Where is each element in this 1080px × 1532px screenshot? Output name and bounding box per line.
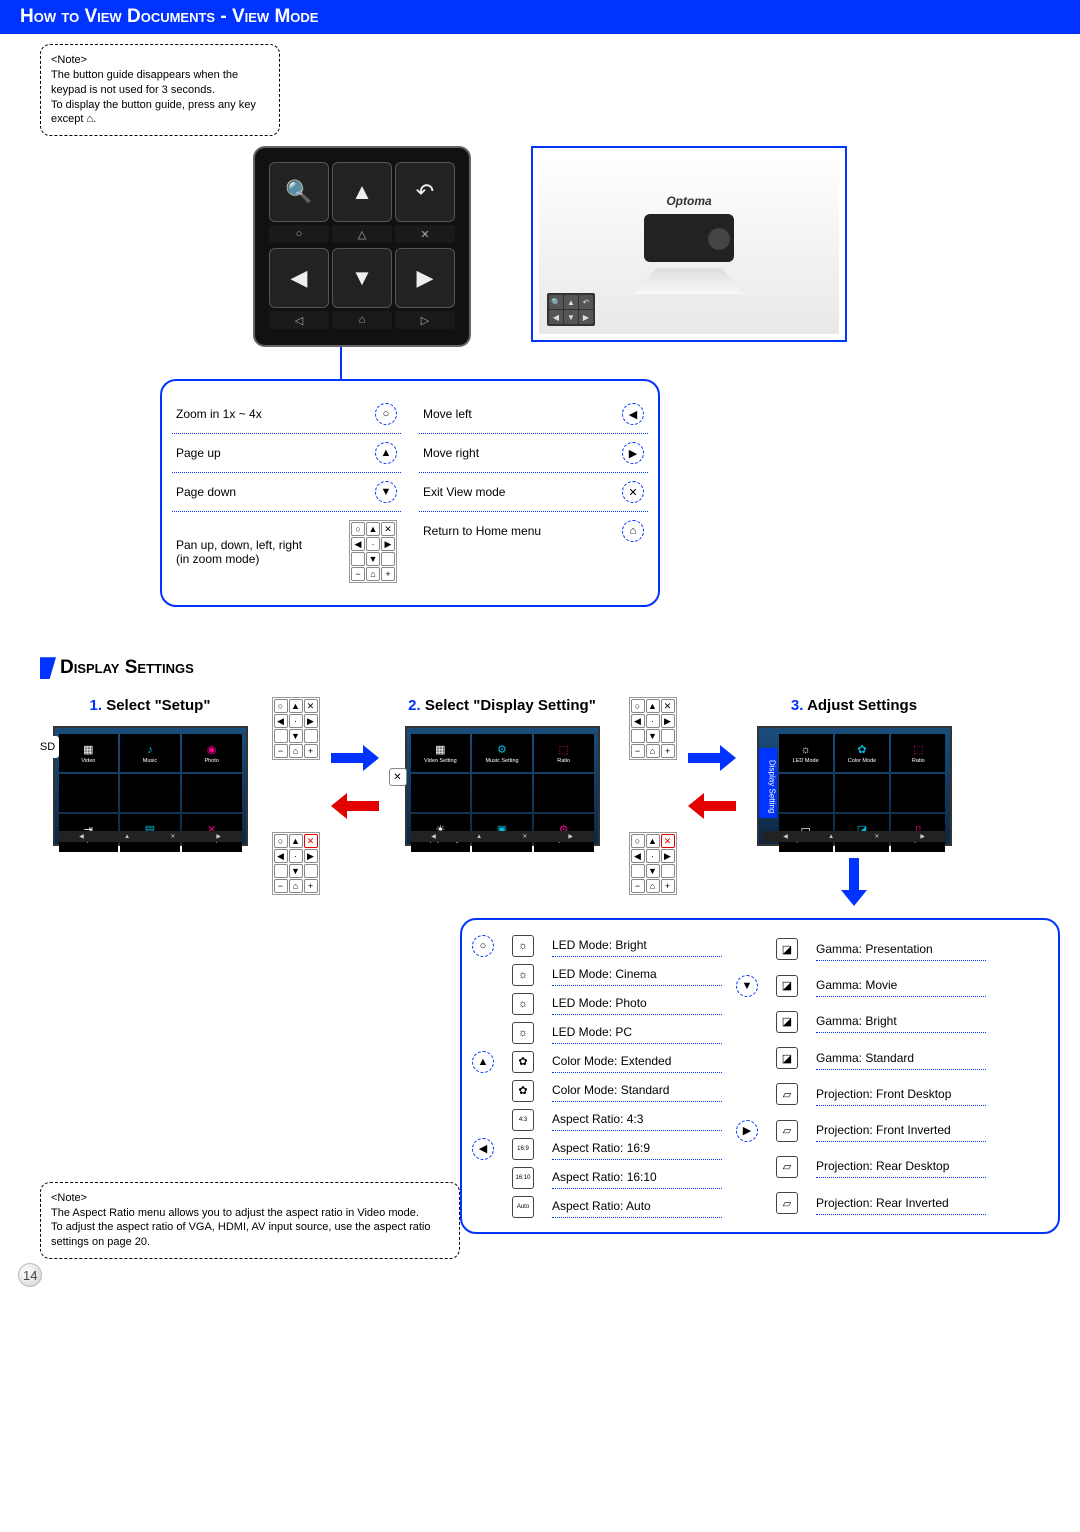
note-box-2: <Note> The Aspect Ratio menu allows you …: [40, 1182, 460, 1259]
projector-preview-frame: Optoma 🔍▲↶ ◀▼▶: [531, 146, 847, 342]
arrow-forward-1: [331, 749, 379, 767]
circle-icon: ○: [269, 225, 329, 243]
menu-display-setting-thumb: Display Setting ☼LED Mode✿Color Mode⬚Rat…: [757, 726, 952, 846]
button-table-right-col: Move left◀Move right▶Exit View mode✕Retu…: [419, 395, 648, 591]
arrow-back-1: [331, 797, 379, 815]
home-tri-icon: ⌂: [332, 311, 392, 329]
note-text-1: The button guide disappears when the key…: [51, 68, 269, 98]
keypad-mini-1b: ○▲✕◀·▶▼−⌂+: [272, 832, 320, 895]
note-text-2: To display the button guide, press any k…: [51, 99, 256, 126]
step-2-title: 2. Select "Display Setting": [408, 697, 596, 714]
note2-label: <Note>: [51, 1191, 449, 1206]
down-arrow-icon: ▼: [332, 248, 392, 308]
keypad-large: 🔍 ▲ ↶ ○ △ ✕ ◀ ▼ ▶ ◁ ⌂ ▷: [253, 146, 471, 347]
projector-icon: [644, 214, 734, 262]
left-arrow-icon: ◀: [269, 248, 329, 308]
note2-text-2: To adjust the aspect ratio of VGA, HDMI,…: [51, 1220, 449, 1250]
button-table-left-col: Zoom in 1x ~ 4x○Page up▲Page down▼Pan up…: [172, 395, 401, 591]
section-header-display-settings: Display Settings: [40, 657, 194, 679]
display-setting-sidebar-label: Display Setting: [759, 748, 777, 818]
brand-label: Optoma: [666, 194, 711, 208]
right-arrow-icon: ▶: [395, 248, 455, 308]
note-end: .: [93, 113, 96, 125]
up-arrow-icon: ▲: [332, 162, 392, 222]
arrow-down: [845, 858, 863, 906]
menu-setup-thumb: ✕ ▦Video Setting⚙Music Setting⬚Ratio☀Dis…: [405, 726, 600, 846]
keypad-mini-2a: ○▲✕◀·▶▼−⌂+: [629, 697, 677, 760]
x-icon: ✕: [395, 225, 455, 243]
triangle-icon: △: [332, 225, 392, 243]
right-tri-icon: ▷: [395, 311, 455, 329]
note-label: <Note>: [51, 53, 269, 68]
left-tri-icon: ◁: [269, 311, 329, 329]
keypad-mini-2b: ○▲✕◀·▶▼−⌂+: [629, 832, 677, 895]
note2-text-1: The Aspect Ratio menu allows you to adju…: [51, 1206, 449, 1221]
step-3-title: 3. Adjust Settings: [791, 697, 917, 714]
keypad-mini-1a: ○▲✕◀·▶▼−⌂+: [272, 697, 320, 760]
zoom-icon: 🔍: [269, 162, 329, 222]
adjust-settings-table: ○☼LED Mode: Bright☼LED Mode: Cinema☼LED …: [460, 918, 1060, 1234]
undo-icon: ↶: [395, 162, 455, 222]
section-header-view-mode: How to View Documents - View Mode: [0, 0, 1080, 34]
arrow-forward-2: [688, 749, 736, 767]
menu-main-thumb: SD ▦Video♪Music◉Photo⇥Input▤Office Viewe…: [53, 726, 248, 846]
step-1-title: 1. Select "Setup": [90, 697, 211, 714]
view-mode-button-table: Zoom in 1x ~ 4x○Page up▲Page down▼Pan up…: [160, 379, 660, 607]
page-number: 14: [18, 1263, 34, 1287]
note-box-1: <Note> The button guide disappears when …: [40, 44, 280, 136]
mini-keypad-overlay: 🔍▲↶ ◀▼▶: [547, 293, 595, 326]
arrow-back-2: [688, 797, 736, 815]
